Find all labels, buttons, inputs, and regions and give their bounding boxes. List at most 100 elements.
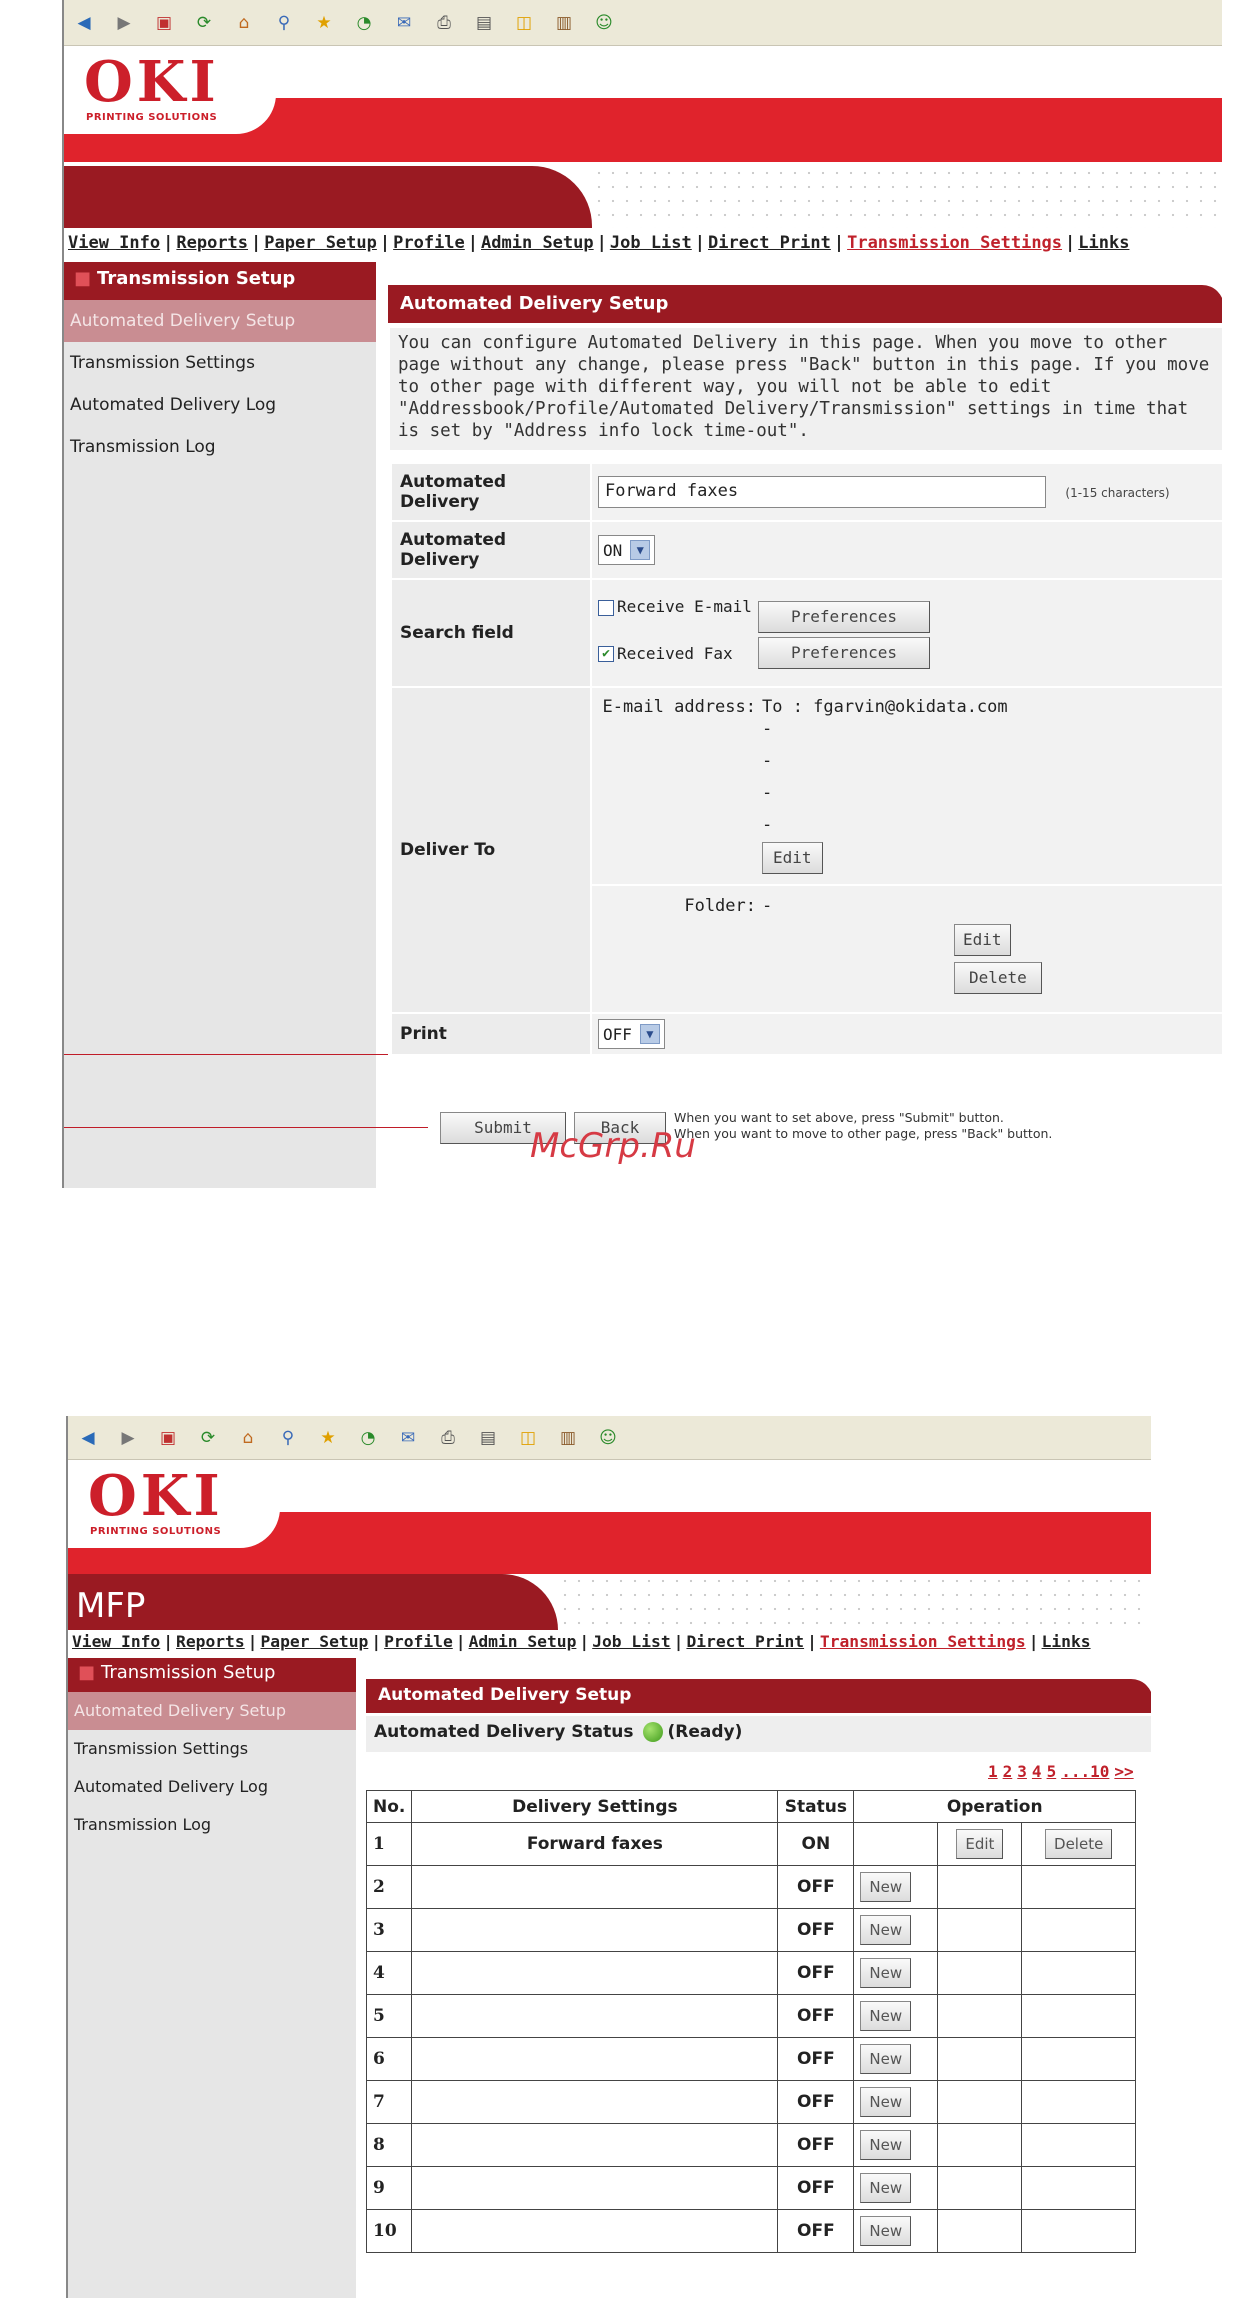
nav-reports[interactable]: Reports — [176, 1632, 245, 1651]
nav-admin-setup[interactable]: Admin Setup — [469, 1632, 577, 1651]
row-op-edit — [937, 2209, 1023, 2253]
pager-link[interactable]: ...10 — [1061, 1762, 1109, 1781]
nav-view-info[interactable]: View Info — [72, 1632, 160, 1651]
row-delivery-name — [411, 2080, 779, 2124]
nav-job-list[interactable]: Job List — [592, 1632, 670, 1651]
research-icon[interactable]: ▥ — [556, 1426, 580, 1450]
email-address-label: E-mail address: — [602, 697, 756, 717]
nav-view-info[interactable]: View Info — [68, 233, 160, 253]
sidebar-item-transmission-log[interactable]: Transmission Log — [64, 426, 376, 468]
row-new-button[interactable]: New — [860, 1872, 912, 1902]
sidebar-item-transmission-log[interactable]: Transmission Log — [68, 1806, 356, 1844]
nav-direct-print[interactable]: Direct Print — [708, 233, 831, 253]
fax-preferences-button[interactable]: Preferences — [758, 637, 930, 669]
stop-icon[interactable]: ▣ — [156, 1426, 180, 1450]
nav-admin-setup[interactable]: Admin Setup — [481, 233, 594, 253]
pager-link[interactable]: 2 — [1003, 1762, 1013, 1781]
nav-separator: | — [163, 1632, 174, 1651]
nav-reports[interactable]: Reports — [176, 233, 248, 253]
row-op-delete — [1021, 2123, 1136, 2167]
nav-separator: | — [596, 233, 607, 253]
messenger-icon[interactable]: ☺ — [592, 11, 616, 35]
print-label: Print — [392, 1014, 590, 1054]
row-new-button[interactable]: New — [860, 2087, 912, 2117]
history-icon[interactable]: ◔ — [352, 11, 376, 35]
nav-separator: | — [694, 233, 706, 253]
row-new-button[interactable]: New — [860, 1915, 912, 1945]
refresh-icon[interactable]: ⟳ — [196, 1426, 220, 1450]
search-icon[interactable]: ⚲ — [276, 1426, 300, 1450]
nav-paper-setup[interactable]: Paper Setup — [264, 233, 377, 253]
stop-icon[interactable]: ▣ — [152, 11, 176, 35]
row-new-button[interactable]: New — [860, 2001, 912, 2031]
pager-link[interactable]: >> — [1114, 1762, 1133, 1781]
logo-text: OKI — [84, 49, 220, 115]
receive-email-checkbox[interactable] — [598, 599, 614, 616]
pager-link[interactable]: 5 — [1047, 1762, 1057, 1781]
received-fax-checkbox[interactable]: ✔ — [598, 646, 614, 662]
home-icon[interactable]: ⌂ — [236, 1426, 260, 1450]
nav-profile[interactable]: Profile — [384, 1632, 453, 1651]
discuss-icon[interactable]: ◫ — [516, 1426, 540, 1450]
nav-links[interactable]: Links — [1042, 1632, 1091, 1651]
pager-link[interactable]: 3 — [1017, 1762, 1027, 1781]
print-select[interactable]: OFF ▼ — [598, 1019, 665, 1049]
row-op-new: New — [853, 1994, 939, 2038]
sidebar-item-automated-delivery-log[interactable]: Automated Delivery Log — [68, 1768, 356, 1806]
delivery-name-input[interactable]: Forward faxes — [598, 476, 1046, 508]
nav-transmission-settings[interactable]: Transmission Settings — [820, 1632, 1026, 1651]
back-icon[interactable]: ◀ — [72, 11, 96, 35]
row-op-new: New — [853, 1908, 939, 1952]
row-edit-button[interactable]: Edit — [956, 1829, 1004, 1859]
folder-delete-button[interactable]: Delete — [954, 962, 1042, 994]
mail-icon[interactable]: ✉ — [392, 11, 416, 35]
table-row: 2 OFF New — [365, 1865, 1136, 1909]
row-op-delete — [1021, 2037, 1136, 2081]
search-icon[interactable]: ⚲ — [272, 11, 296, 35]
row-new-button[interactable]: New — [860, 2044, 912, 2074]
discuss-icon[interactable]: ◫ — [512, 11, 536, 35]
nav-direct-print[interactable]: Direct Print — [686, 1632, 804, 1651]
row-new-button[interactable]: New — [860, 2216, 912, 2246]
email-edit-button[interactable]: Edit — [762, 842, 823, 874]
pager-link[interactable]: 1 — [988, 1762, 998, 1781]
sidebar-item-automated-delivery-log[interactable]: Automated Delivery Log — [64, 384, 376, 426]
print-icon[interactable]: ⎙ — [432, 11, 456, 35]
research-icon[interactable]: ▥ — [552, 11, 576, 35]
row-number: 9 — [365, 2166, 413, 2210]
messenger-icon[interactable]: ☺ — [596, 1426, 620, 1450]
forward-icon[interactable]: ▶ — [116, 1426, 140, 1450]
print-icon[interactable]: ⎙ — [436, 1426, 460, 1450]
favorites-icon[interactable]: ★ — [316, 1426, 340, 1450]
row-delivery-name: Forward faxes — [411, 1822, 779, 1866]
edit-icon[interactable]: ▤ — [472, 11, 496, 35]
folder-edit-button[interactable]: Edit — [954, 924, 1011, 956]
email-preferences-button[interactable]: Preferences — [758, 601, 930, 633]
sidebar-item-automated-delivery-setup[interactable]: Automated Delivery Setup — [68, 1692, 356, 1730]
name-hint: (1-15 characters) — [1065, 486, 1170, 500]
row-delete-button[interactable]: Delete — [1045, 1829, 1113, 1859]
favorites-icon[interactable]: ★ — [312, 11, 336, 35]
nav-links[interactable]: Links — [1078, 233, 1129, 253]
nav-job-list[interactable]: Job List — [610, 233, 692, 253]
mail-icon[interactable]: ✉ — [396, 1426, 420, 1450]
row-new-button[interactable]: New — [860, 2173, 912, 2203]
sidebar-item-transmission-settings[interactable]: Transmission Settings — [68, 1730, 356, 1768]
home-icon[interactable]: ⌂ — [232, 11, 256, 35]
forward-icon[interactable]: ▶ — [112, 11, 136, 35]
back-icon[interactable]: ◀ — [76, 1426, 100, 1450]
row-op-edit — [937, 1951, 1023, 1995]
sidebar-item-transmission-settings[interactable]: Transmission Settings — [64, 342, 376, 384]
nav-transmission-settings[interactable]: Transmission Settings — [847, 233, 1062, 253]
nav-profile[interactable]: Profile — [393, 233, 465, 253]
sidebar-item-automated-delivery-setup[interactable]: Automated Delivery Setup — [64, 300, 376, 342]
delivery-onoff-select[interactable]: ON ▼ — [598, 535, 656, 565]
row-new-button[interactable]: New — [860, 2130, 912, 2160]
pager-link[interactable]: 4 — [1032, 1762, 1042, 1781]
row-new-button[interactable]: New — [860, 1958, 912, 1988]
nav-paper-setup[interactable]: Paper Setup — [260, 1632, 368, 1651]
row-number: 3 — [365, 1908, 413, 1952]
history-icon[interactable]: ◔ — [356, 1426, 380, 1450]
refresh-icon[interactable]: ⟳ — [192, 11, 216, 35]
edit-icon[interactable]: ▤ — [476, 1426, 500, 1450]
